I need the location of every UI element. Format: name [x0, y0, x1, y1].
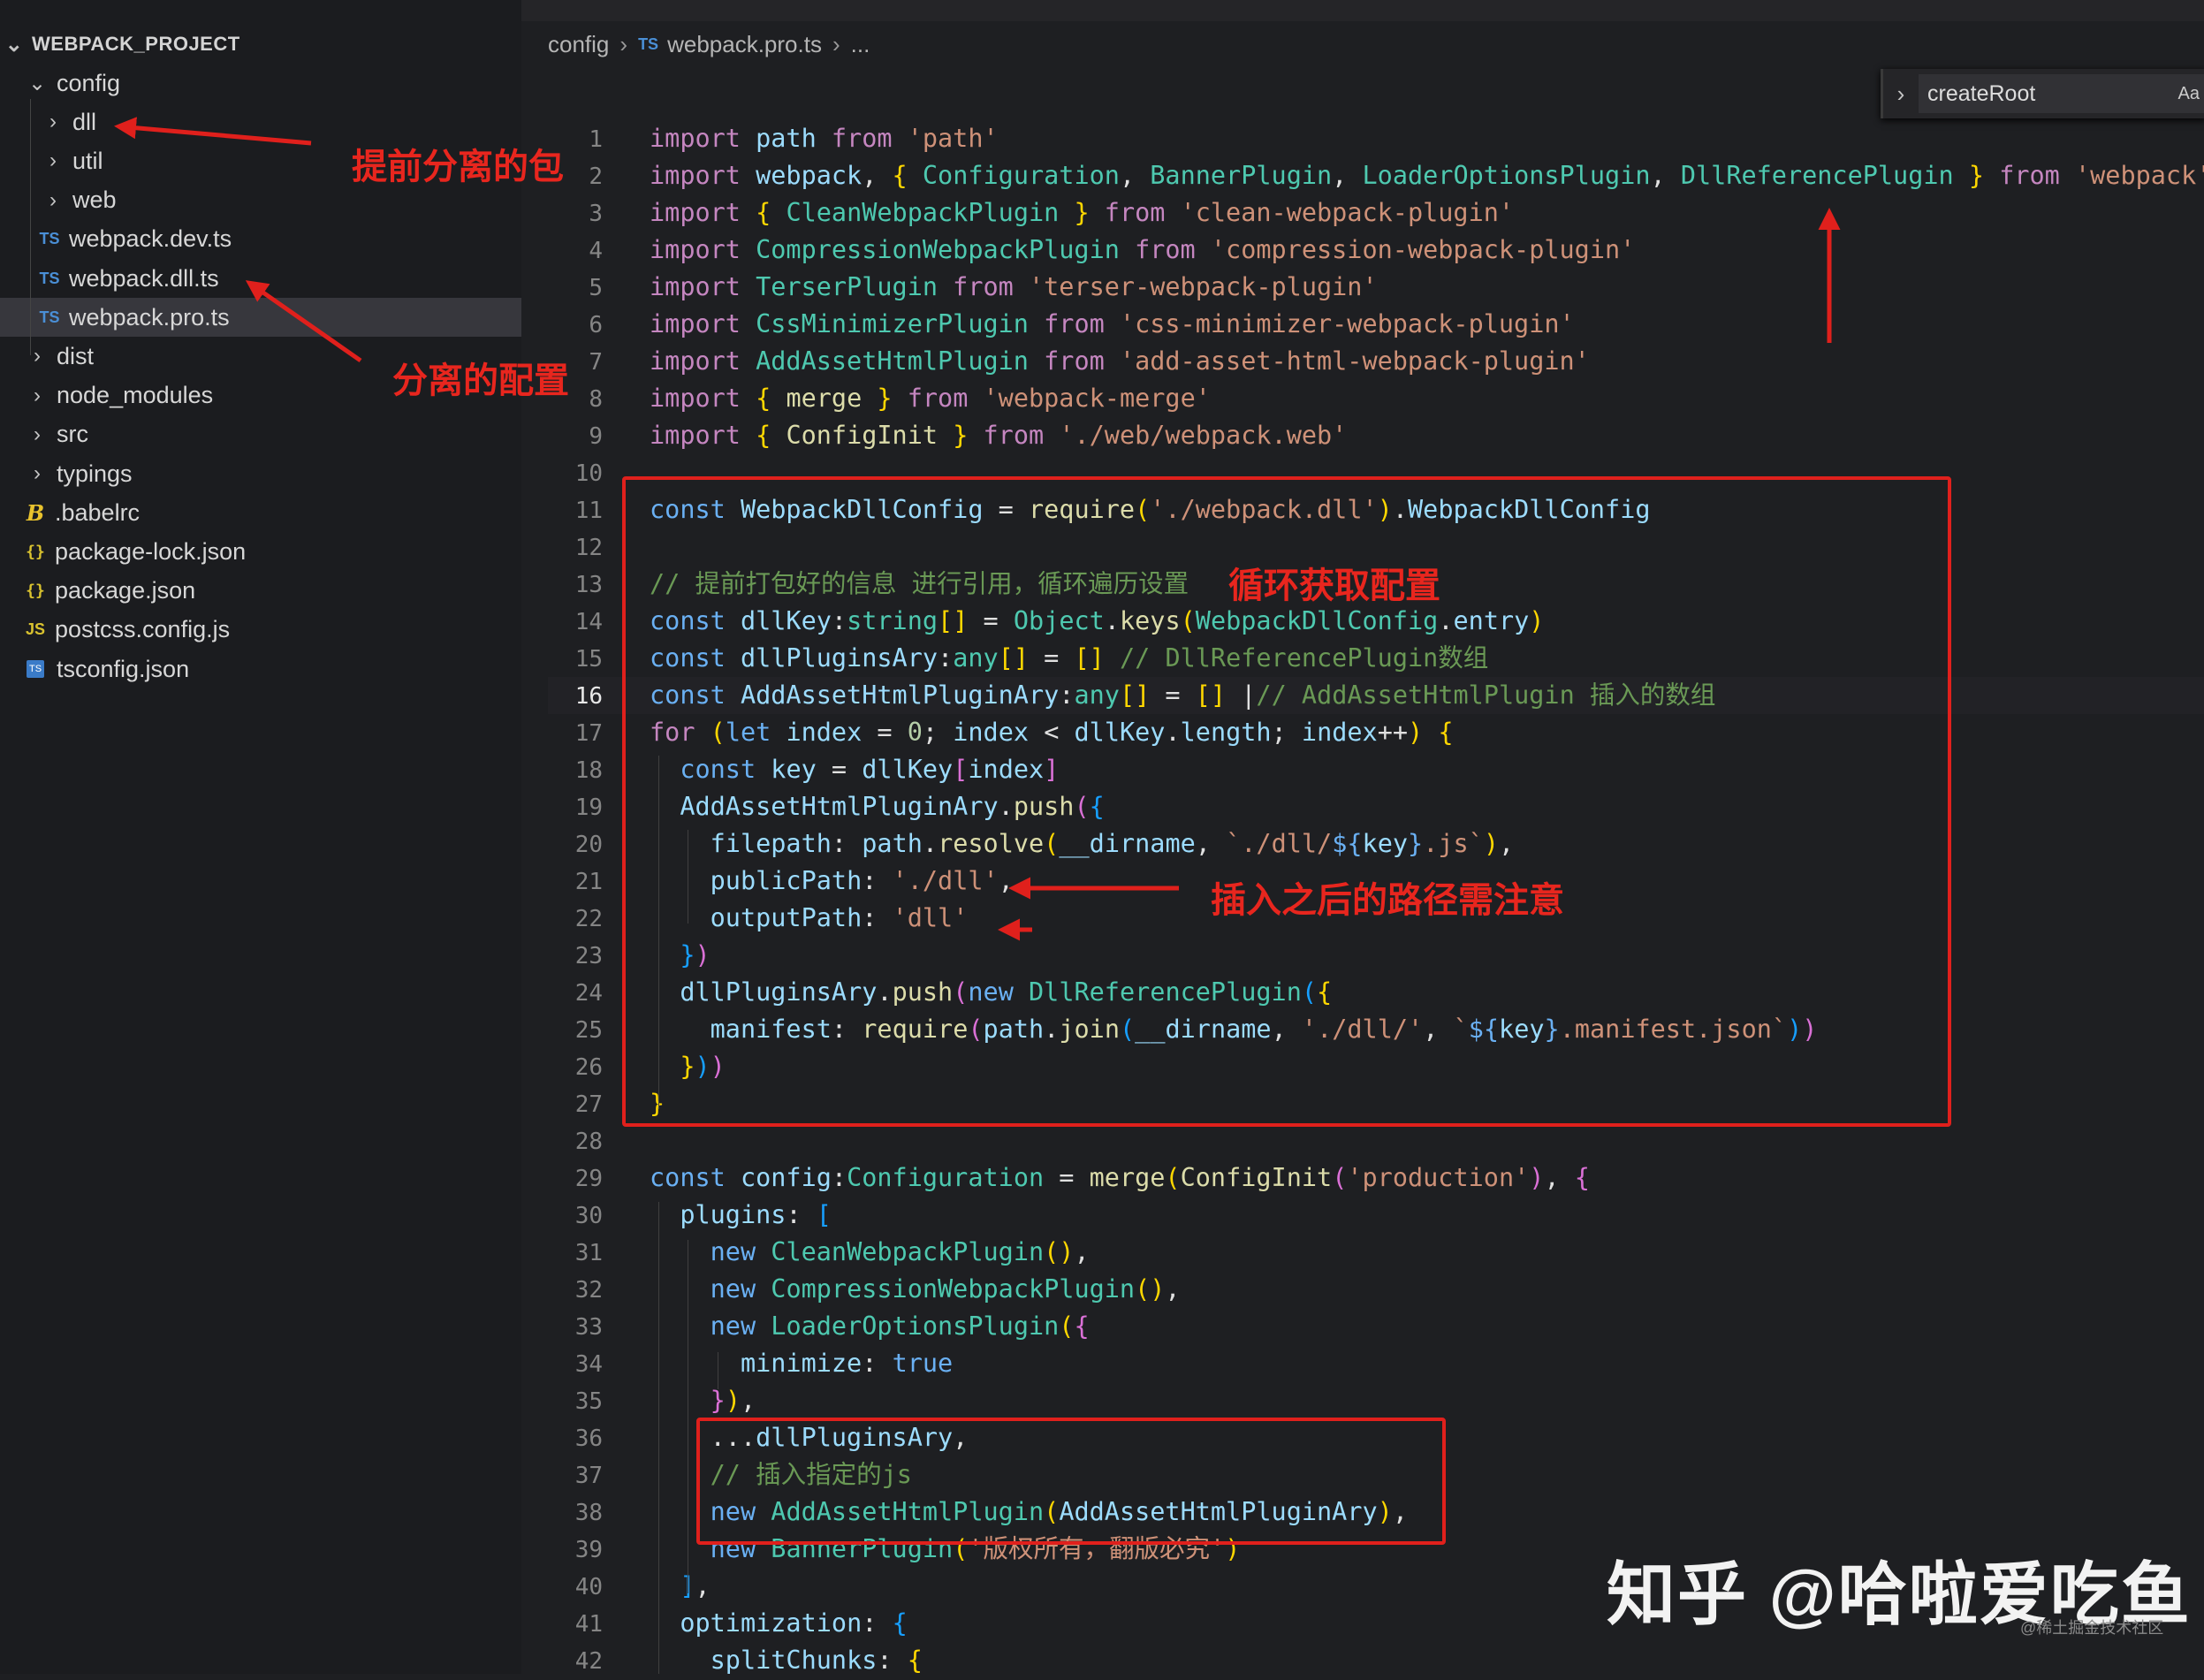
arrow-to-dll: [114, 117, 312, 146]
arrow-to-dll-config: [245, 280, 362, 363]
watermark-source: @稀土掘金技术社区: [2020, 1619, 2164, 1637]
annotation-arrows: [114, 117, 1841, 941]
